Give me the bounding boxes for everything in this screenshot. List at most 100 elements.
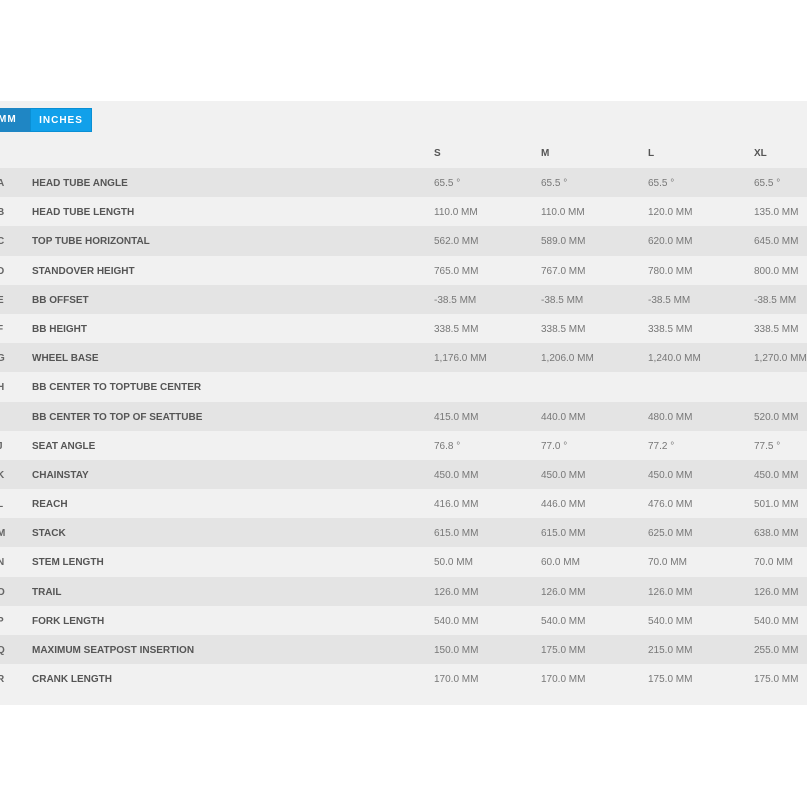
size-header-xl: XL: [754, 148, 767, 159]
row-value: -38.5 MM: [541, 294, 584, 306]
row-value: 450.0 MM: [648, 469, 693, 481]
row-value: 800.0 MM: [754, 265, 799, 277]
table-row: A HEAD TUBE ANGLE 65.5 ° 65.5 ° 65.5 ° 65.5 °: [0, 168, 807, 198]
table-row: L REACH 416.0 MM 446.0 MM 476.0 MM 501.0 MM: [0, 489, 807, 518]
mm-button[interactable]: MM: [0, 108, 30, 132]
row-value: 65.5 °: [434, 178, 461, 189]
row-letter: M: [0, 528, 6, 540]
row-label: BB HEIGHT: [32, 323, 87, 335]
row-letter: O: [0, 586, 5, 598]
row-value: 255.0 MM: [754, 645, 799, 656]
size-header-s: S: [434, 148, 441, 159]
row-label: BB CENTER TO TOPTUBE CENTER: [32, 382, 202, 394]
table-row: IBB CENTER TO TOP OF SEATTUBE415.0 MM440…: [0, 401, 807, 431]
row-value: 450.0 MM: [434, 469, 479, 481]
table-row: M STACK 615.0 MM 615.0 MM 625.0 MM 638.0 MM: [0, 518, 807, 548]
row-label: STACK: [32, 528, 66, 540]
row-value: 416.0 MM: [434, 499, 479, 511]
size-header-l: L: [648, 148, 655, 159]
row-value: 540.0 MM: [648, 615, 693, 627]
table-row: C TOP TUBE HORIZONTAL 562.0 MM 589.0 MM 620.…: [0, 226, 807, 256]
row-label: WHEEL BASE: [32, 353, 99, 365]
table-row: D STANDOVER HEIGHT 765.0 MM 767.0 MM 780.0 M…: [0, 256, 807, 285]
table-row: J SEAT ANGLE 76.8 ° 77.0 ° 77.2 ° 77.5 °: [0, 431, 807, 460]
table-row: B HEAD TUBE LENGTH 110.0 MM 110.0 MM 120.0 M…: [0, 197, 807, 226]
row-letter: A: [0, 178, 5, 189]
row-label: TRAIL: [32, 586, 62, 598]
row-value: 780.0 MM: [648, 265, 693, 277]
table-row: Q MAXIMUM SEATPOST INSERTION 150.0 MM 175.0…: [0, 635, 807, 665]
row-value: 1,176.0 MM: [434, 353, 487, 365]
row-value: 765.0 MM: [434, 265, 479, 277]
row-label: CRANK LENGTH: [32, 674, 112, 686]
row-value: 450.0 MM: [754, 469, 799, 481]
row-label: REACH: [32, 499, 68, 511]
table-row: P FORK LENGTH 540.0 MM 540.0 MM 540.0 MM 540.…: [0, 606, 807, 635]
row-label: STANDOVER HEIGHT: [32, 265, 135, 277]
row-value: 446.0 MM: [541, 499, 586, 511]
row-value: 175.0 MM: [541, 645, 586, 656]
row-letter: J: [0, 441, 3, 452]
row-value: 50.0 MM: [434, 557, 473, 569]
row-value: 540.0 MM: [434, 615, 479, 627]
row-value: 625.0 MM: [648, 528, 693, 540]
row-value: 170.0 MM: [434, 674, 479, 686]
row-value: 126.0 MM: [434, 586, 479, 598]
row-letter: C: [0, 236, 5, 248]
row-value: -38.5 MM: [434, 294, 477, 306]
row-value: 77.0 °: [541, 440, 568, 452]
row-value: 1,270.0 MM: [754, 353, 807, 365]
row-value: 440.0 MM: [541, 411, 586, 423]
table-row: K CHAINSTAY 450.0 MM 450.0 MM 450.0 MM 450.0 …: [0, 459, 807, 490]
row-value: 338.5 MM: [754, 323, 799, 335]
table-row: H BB CENTER TO TOPTUBE CENTER: [0, 372, 807, 401]
row-value: 480.0 MM: [648, 411, 693, 423]
inches-button[interactable]: INCHES: [30, 108, 92, 132]
row-value: 65.5 °: [754, 178, 781, 189]
row-label: HEAD TUBE LENGTH: [32, 207, 135, 219]
row-value: 70.0 MM: [648, 557, 687, 569]
row-letter: K: [0, 469, 5, 481]
row-value: 120.0 MM: [648, 207, 693, 219]
row-value: 501.0 MM: [754, 499, 799, 511]
row-value: 175.0 MM: [754, 674, 799, 686]
row-value: 215.0 MM: [648, 645, 693, 656]
row-value: 110.0 MM: [541, 207, 585, 219]
unit-toggle: MM INCHES: [0, 108, 92, 132]
row-label: MAXIMUM SEATPOST INSERTION: [32, 645, 195, 656]
row-letter: R: [0, 674, 5, 686]
row-label: SEAT ANGLE: [32, 440, 96, 452]
geometry-table: A HEAD TUBE ANGLE 65.5 ° 65.5 ° 65.5 ° 65.5 °…: [0, 168, 807, 693]
row-value: 520.0 MM: [754, 411, 799, 423]
row-letter: E: [0, 294, 4, 306]
row-label: TOP TUBE HORIZONTAL: [32, 236, 150, 248]
table-row: O TRAIL 126.0 MM 126.0 MM 126.0 MM 126.0 MM: [0, 576, 807, 606]
row-value: 767.0 MM: [541, 265, 586, 277]
row-letter: Q: [0, 645, 5, 656]
row-label: FORK LENGTH: [32, 615, 105, 627]
row-value: 645.0 MM: [754, 236, 799, 248]
row-value: 450.0 MM: [541, 469, 586, 481]
row-label: CHAINSTAY: [32, 469, 89, 481]
row-value: 77.5 °: [754, 440, 781, 452]
row-value: 126.0 MM: [541, 586, 586, 598]
row-value: 540.0 MM: [754, 615, 799, 627]
row-letter: F: [0, 323, 4, 335]
row-value: 76.8 °: [434, 440, 461, 452]
row-value: 175.0 MM: [648, 674, 693, 686]
row-label: STEM LENGTH: [32, 557, 104, 569]
row-value: 620.0 MM: [648, 236, 693, 248]
row-value: -38.5 MM: [754, 294, 797, 306]
row-value: 126.0 MM: [648, 586, 693, 598]
size-header-m: M: [541, 148, 550, 159]
row-value: 415.0 MM: [434, 411, 479, 423]
row-value: 338.5 MM: [648, 323, 693, 335]
row-value: 1,240.0 MM: [648, 353, 701, 365]
row-value: 60.0 MM: [541, 557, 580, 569]
row-letter: B: [0, 207, 5, 219]
row-value: 540.0 MM: [541, 615, 586, 627]
row-value: 638.0 MM: [754, 528, 799, 540]
row-value: 77.2 °: [648, 440, 675, 452]
row-value: 65.5 °: [541, 178, 568, 189]
row-value: 476.0 MM: [648, 499, 693, 511]
